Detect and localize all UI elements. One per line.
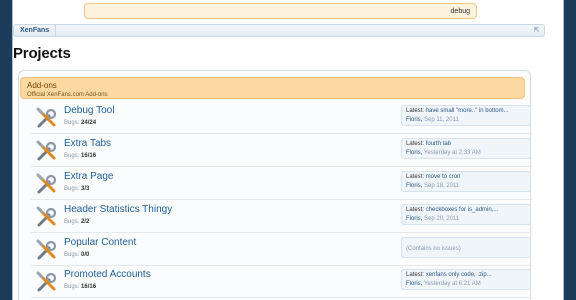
bugs-label: Bugs: bbox=[64, 284, 80, 290]
tools-icon bbox=[36, 206, 57, 227]
latest-issue-box: Latest: move to cron Floris, Sep 18, 201… bbox=[401, 171, 531, 192]
latest-issue-link[interactable]: xenfans only code, .zip... bbox=[426, 272, 492, 278]
latest-date: Sep 18, 2011 bbox=[424, 183, 460, 189]
latest-date: Sep 11, 2011 bbox=[424, 117, 459, 123]
project-title-link[interactable]: Popular Content bbox=[64, 237, 136, 248]
latest-issue-box: Latest: checkboxes for is_admin,... Flor… bbox=[401, 204, 531, 225]
bug-count: Bugs: 3/3 bbox=[64, 186, 89, 192]
latest-issue-link[interactable]: move to cron bbox=[426, 174, 461, 180]
latest-user-link[interactable]: Floris bbox=[406, 150, 421, 156]
bugs-label: Bugs: bbox=[64, 219, 80, 225]
category-description: Official XenFans.com Add-ons bbox=[27, 92, 108, 98]
bugs-label: Bugs: bbox=[64, 153, 80, 159]
tools-icon bbox=[36, 239, 57, 260]
tools-icon bbox=[36, 140, 57, 161]
tools-icon bbox=[36, 173, 57, 194]
latest-label: Latest: bbox=[406, 272, 425, 278]
latest-user-link[interactable]: Floris bbox=[406, 183, 421, 189]
bugs-value: 16/16 bbox=[81, 284, 97, 290]
latest-issue-box: Latest: xenfans only code, .zip... Flori… bbox=[401, 269, 531, 290]
bug-count: Bugs: 16/16 bbox=[64, 284, 96, 290]
project-row: Promoted Accounts Bugs: 16/16 Latest: xe… bbox=[31, 265, 532, 298]
breadcrumb: XenFans ⇱ bbox=[13, 24, 545, 37]
bugs-value: 2/2 bbox=[81, 219, 90, 225]
project-row: Extra Page Bugs: 3/3 Latest: move to cro… bbox=[31, 167, 532, 200]
bugs-label: Bugs: bbox=[64, 252, 80, 258]
breadcrumb-home-link[interactable]: XenFans bbox=[14, 25, 57, 36]
latest-issue-link[interactable]: have small "more.." in bottom... bbox=[426, 108, 509, 114]
jump-icon[interactable]: ⇱ bbox=[532, 26, 541, 35]
bugs-label: Bugs: bbox=[64, 120, 80, 126]
project-title-link[interactable]: Extra Tabs bbox=[64, 138, 111, 149]
project-row: Extra Tabs Bugs: 16/16 Latest: fourth ta… bbox=[31, 134, 532, 167]
project-row: Header Statistics Thingy Bugs: 2/2 Lates… bbox=[31, 200, 532, 233]
latest-user-link[interactable]: Floris bbox=[406, 216, 421, 222]
project-title-link[interactable]: Extra Page bbox=[64, 171, 113, 182]
project-title-link[interactable]: Debug Tool bbox=[64, 105, 114, 116]
bug-count: Bugs: 16/16 bbox=[64, 153, 96, 159]
latest-date: Sep 20, 2011 bbox=[424, 216, 460, 222]
debug-bar[interactable]: debug bbox=[84, 3, 477, 19]
latest-issue-link[interactable]: fourth tab bbox=[426, 141, 451, 147]
category-title[interactable]: Add-ons bbox=[27, 81, 524, 90]
debug-label[interactable]: debug bbox=[451, 8, 470, 15]
bugs-label: Bugs: bbox=[64, 186, 80, 192]
tools-icon bbox=[36, 271, 57, 292]
category-header: Add-ons Official XenFans.com Add-ons bbox=[20, 77, 525, 99]
bug-count: Bugs: 2/2 bbox=[64, 219, 89, 225]
latest-user-link[interactable]: Floris bbox=[406, 117, 421, 123]
latest-user-link[interactable]: Floris bbox=[406, 281, 421, 287]
bugs-value: 24/24 bbox=[81, 120, 97, 126]
tools-icon bbox=[36, 107, 57, 128]
latest-date: Yesterday at 6:21 AM bbox=[423, 281, 481, 287]
latest-issue-box: Latest: fourth tab Floris, Yesterday at … bbox=[401, 138, 531, 159]
latest-date: Yesterday at 2:33 AM bbox=[423, 150, 481, 156]
bug-count: Bugs: 24/24 bbox=[64, 120, 96, 126]
latest-issue-link[interactable]: checkboxes for is_admin,... bbox=[426, 207, 499, 213]
project-row: Debug Tool Bugs: 24/24 Latest: have smal… bbox=[31, 101, 532, 134]
latest-label: Latest: bbox=[406, 108, 425, 114]
latest-label: Latest: bbox=[406, 174, 425, 180]
project-row: Popular Content Bugs: 0/0 (Contains no i… bbox=[31, 233, 532, 266]
bugs-value: 3/3 bbox=[81, 186, 90, 192]
no-issues-text: (Contains no issues) bbox=[406, 246, 461, 252]
latest-issue-box: (Contains no issues) bbox=[401, 237, 531, 258]
bug-count: Bugs: 0/0 bbox=[64, 252, 89, 258]
latest-issue-box: Latest: have small "more.." in bottom...… bbox=[401, 105, 531, 126]
latest-label: Latest: bbox=[406, 141, 425, 147]
latest-label: Latest: bbox=[406, 207, 425, 213]
page-title: Projects bbox=[13, 45, 71, 62]
bugs-value: 16/16 bbox=[81, 153, 97, 159]
project-title-link[interactable]: Header Statistics Thingy bbox=[64, 204, 172, 215]
project-title-link[interactable]: Promoted Accounts bbox=[64, 269, 151, 280]
bugs-value: 0/0 bbox=[81, 252, 90, 258]
